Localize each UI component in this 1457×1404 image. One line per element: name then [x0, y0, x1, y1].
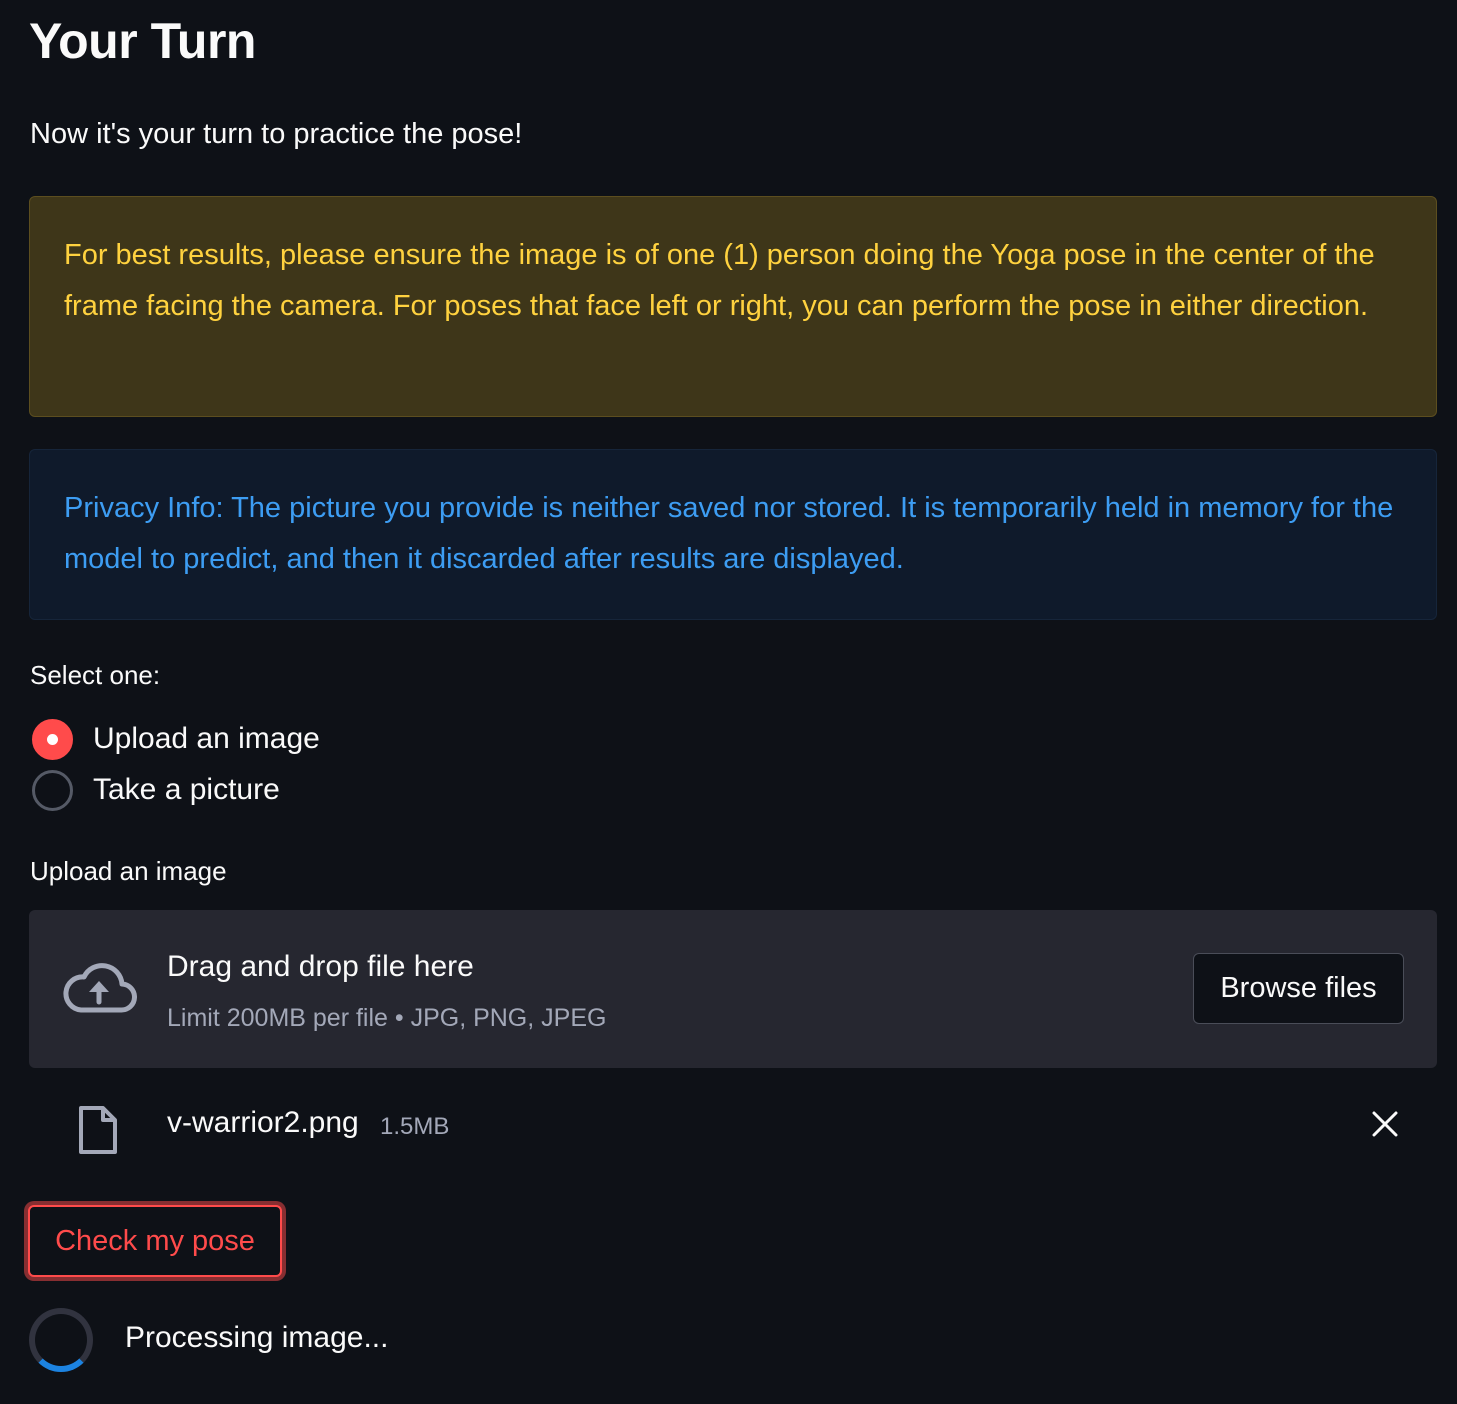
- intro-text: Now it's your turn to practice the pose!: [30, 118, 523, 150]
- radio-label-take: Take a picture: [93, 773, 280, 806]
- file-dropzone[interactable]: Drag and drop file here Limit 200MB per …: [29, 910, 1437, 1068]
- processing-status: Processing image...: [125, 1321, 389, 1354]
- cloud-upload-icon: [63, 963, 137, 1013]
- app-page: Your Turn Now it's your turn to practice…: [0, 0, 1457, 1404]
- radio-label-upload: Upload an image: [93, 722, 320, 755]
- page-title: Your Turn: [29, 13, 256, 69]
- privacy-info-alert: Privacy Info: The picture you provide is…: [29, 449, 1437, 620]
- dropzone-limit: Limit 200MB per file • JPG, PNG, JPEG: [167, 1004, 607, 1032]
- radio-button-unchecked[interactable]: [32, 769, 73, 811]
- file-icon: [79, 1106, 117, 1154]
- loading-spinner-icon: [29, 1308, 93, 1372]
- file-size: 1.5MB: [380, 1113, 450, 1140]
- dropzone-title: Drag and drop file here: [167, 950, 474, 983]
- check-my-pose-button[interactable]: Check my pose: [28, 1205, 282, 1277]
- uploaded-file-row: v-warrior2.png 1.5MB: [29, 1090, 1437, 1160]
- radio-button-checked[interactable]: [32, 718, 73, 760]
- browse-files-button[interactable]: Browse files: [1193, 953, 1404, 1024]
- warning-alert: For best results, please ensure the imag…: [29, 196, 1437, 417]
- uploader-label: Upload an image: [30, 856, 227, 886]
- radio-take-picture[interactable]: Take a picture: [32, 769, 280, 811]
- radio-upload-image[interactable]: Upload an image: [32, 718, 320, 760]
- close-icon[interactable]: [1369, 1108, 1401, 1140]
- source-select-label: Select one:: [30, 660, 161, 690]
- file-name: v-warrior2.png: [167, 1106, 359, 1139]
